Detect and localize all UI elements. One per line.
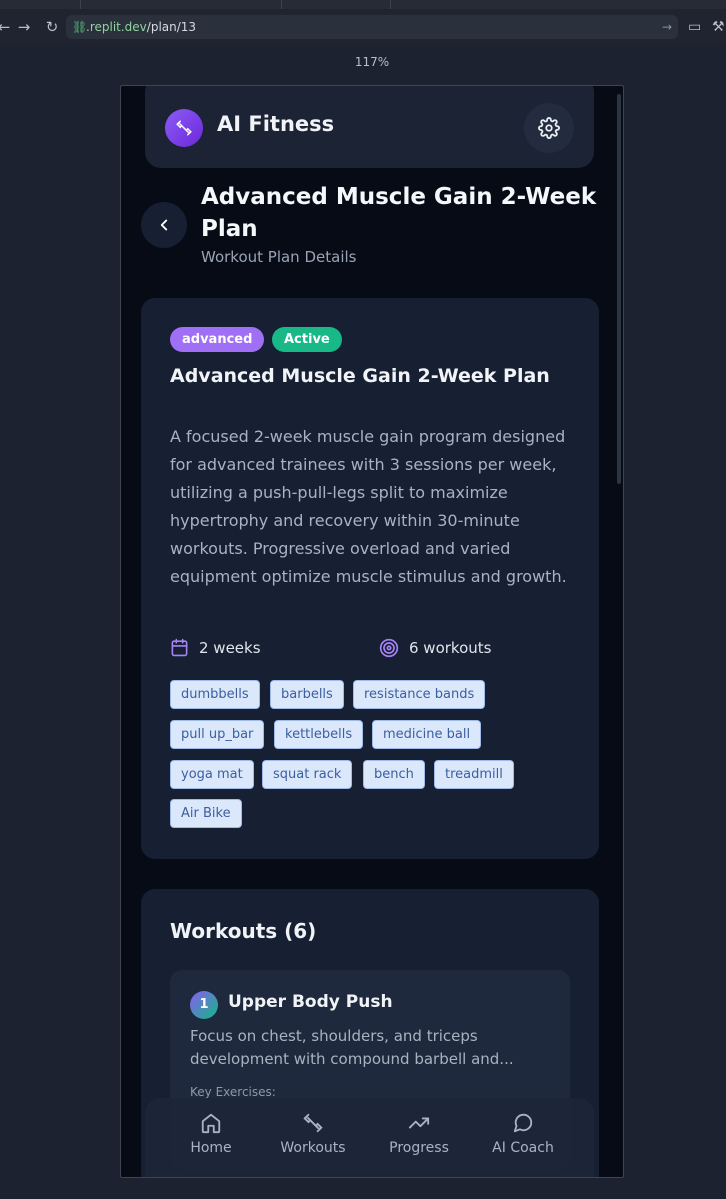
zoom-level: 117%: [354, 55, 390, 69]
nav-label: Workouts: [280, 1140, 346, 1156]
nav-item-workouts[interactable]: Workouts: [263, 1112, 363, 1156]
chat-bubble-icon: [513, 1113, 533, 1133]
plan-description: A focused 2-week muscle gain program des…: [170, 427, 567, 586]
equipment-chip: medicine ball: [372, 720, 482, 749]
workout-description: Focus on chest, shoulders, and triceps d…: [190, 1027, 514, 1068]
app-title: AI Fitness: [217, 112, 335, 136]
tab-strip: [0, 0, 726, 9]
plan-duration: 2 weeks: [170, 638, 261, 657]
plan-details-card: advanced Active Advanced Muscle Gain 2-W…: [141, 298, 599, 859]
equipment-chip: squat rack: [262, 760, 353, 789]
page-subtitle: Workout Plan Details: [201, 248, 357, 266]
nav-label: AI Coach: [492, 1140, 554, 1156]
url-path: /plan/13: [146, 20, 197, 34]
workouts-title: Workouts (6): [170, 919, 317, 943]
plan-workout-count: 6 workouts: [379, 638, 491, 658]
trending-up-icon: [408, 1117, 430, 1129]
dumbbell-icon: [165, 109, 203, 147]
device-viewport: AI Fitness Advanced Muscle Gain 2-Week P…: [120, 85, 624, 1178]
link-icon: ⛓: [72, 20, 88, 34]
chevron-left-icon: [160, 219, 168, 231]
reload-icon[interactable]: ↻: [44, 19, 60, 35]
page-title: Advanced Muscle Gain 2-Week Plan: [201, 184, 597, 242]
equipment-chip: bench: [363, 760, 425, 789]
equipment-chip: treadmill: [434, 760, 514, 789]
equipment-chip: yoga mat: [170, 760, 254, 789]
equipment-chip: resistance bands: [353, 680, 486, 709]
key-exercises-label: Key Exercises:: [190, 1085, 276, 1099]
browser-tab[interactable]: [282, 0, 391, 9]
gear-icon: [538, 117, 560, 139]
workout-number: 1: [190, 991, 218, 1019]
status-badge: Active: [272, 327, 342, 352]
duration-text: 2 weeks: [199, 638, 261, 657]
equipment-chip: kettlebells: [274, 720, 364, 749]
url-text: .replit.dev/plan/13: [86, 15, 196, 39]
address-bar[interactable]: ⛓ .replit.dev/plan/13 →: [66, 15, 678, 39]
nav-item-ai-coach[interactable]: AI Coach: [473, 1112, 573, 1156]
wrench-icon[interactable]: ⚒: [712, 19, 725, 35]
back-button[interactable]: [141, 202, 187, 248]
nav-label: Progress: [389, 1140, 449, 1156]
nav-item-progress[interactable]: Progress: [369, 1112, 469, 1156]
app-header: AI Fitness: [145, 86, 594, 168]
go-arrow-icon[interactable]: →: [662, 15, 672, 39]
dumbbell-icon: [303, 1113, 323, 1133]
plan-name: Advanced Muscle Gain 2-Week Plan: [170, 365, 550, 387]
equipment-chip: dumbbells: [170, 680, 260, 709]
workout-name: Upper Body Push: [228, 992, 393, 1012]
nav-item-home[interactable]: Home: [161, 1112, 261, 1156]
equipment-chip: barbells: [270, 680, 344, 709]
forward-arrow-icon[interactable]: →: [16, 19, 32, 35]
browser-toolbar: ← → ↻ ⛓ .replit.dev/plan/13 → ▭ ⚒: [0, 9, 726, 45]
home-icon: [201, 1113, 221, 1134]
url-domain: .replit.dev: [86, 20, 147, 34]
workout-count-text: 6 workouts: [409, 639, 492, 657]
monitor-icon[interactable]: ▭: [688, 19, 701, 35]
target-icon: [379, 638, 399, 658]
back-arrow-icon[interactable]: ←: [0, 19, 12, 35]
scrollbar[interactable]: [617, 94, 621, 484]
nav-label: Home: [190, 1140, 232, 1156]
settings-button[interactable]: [524, 103, 574, 153]
level-badge: advanced: [170, 327, 265, 352]
bottom-nav: Home Workouts Progress AI Coach: [145, 1098, 594, 1177]
calendar-icon: [171, 638, 188, 657]
equipment-chip: Air Bike: [170, 799, 242, 828]
browser-tab[interactable]: [80, 0, 282, 9]
equipment-chip: pull up_bar: [170, 720, 265, 749]
